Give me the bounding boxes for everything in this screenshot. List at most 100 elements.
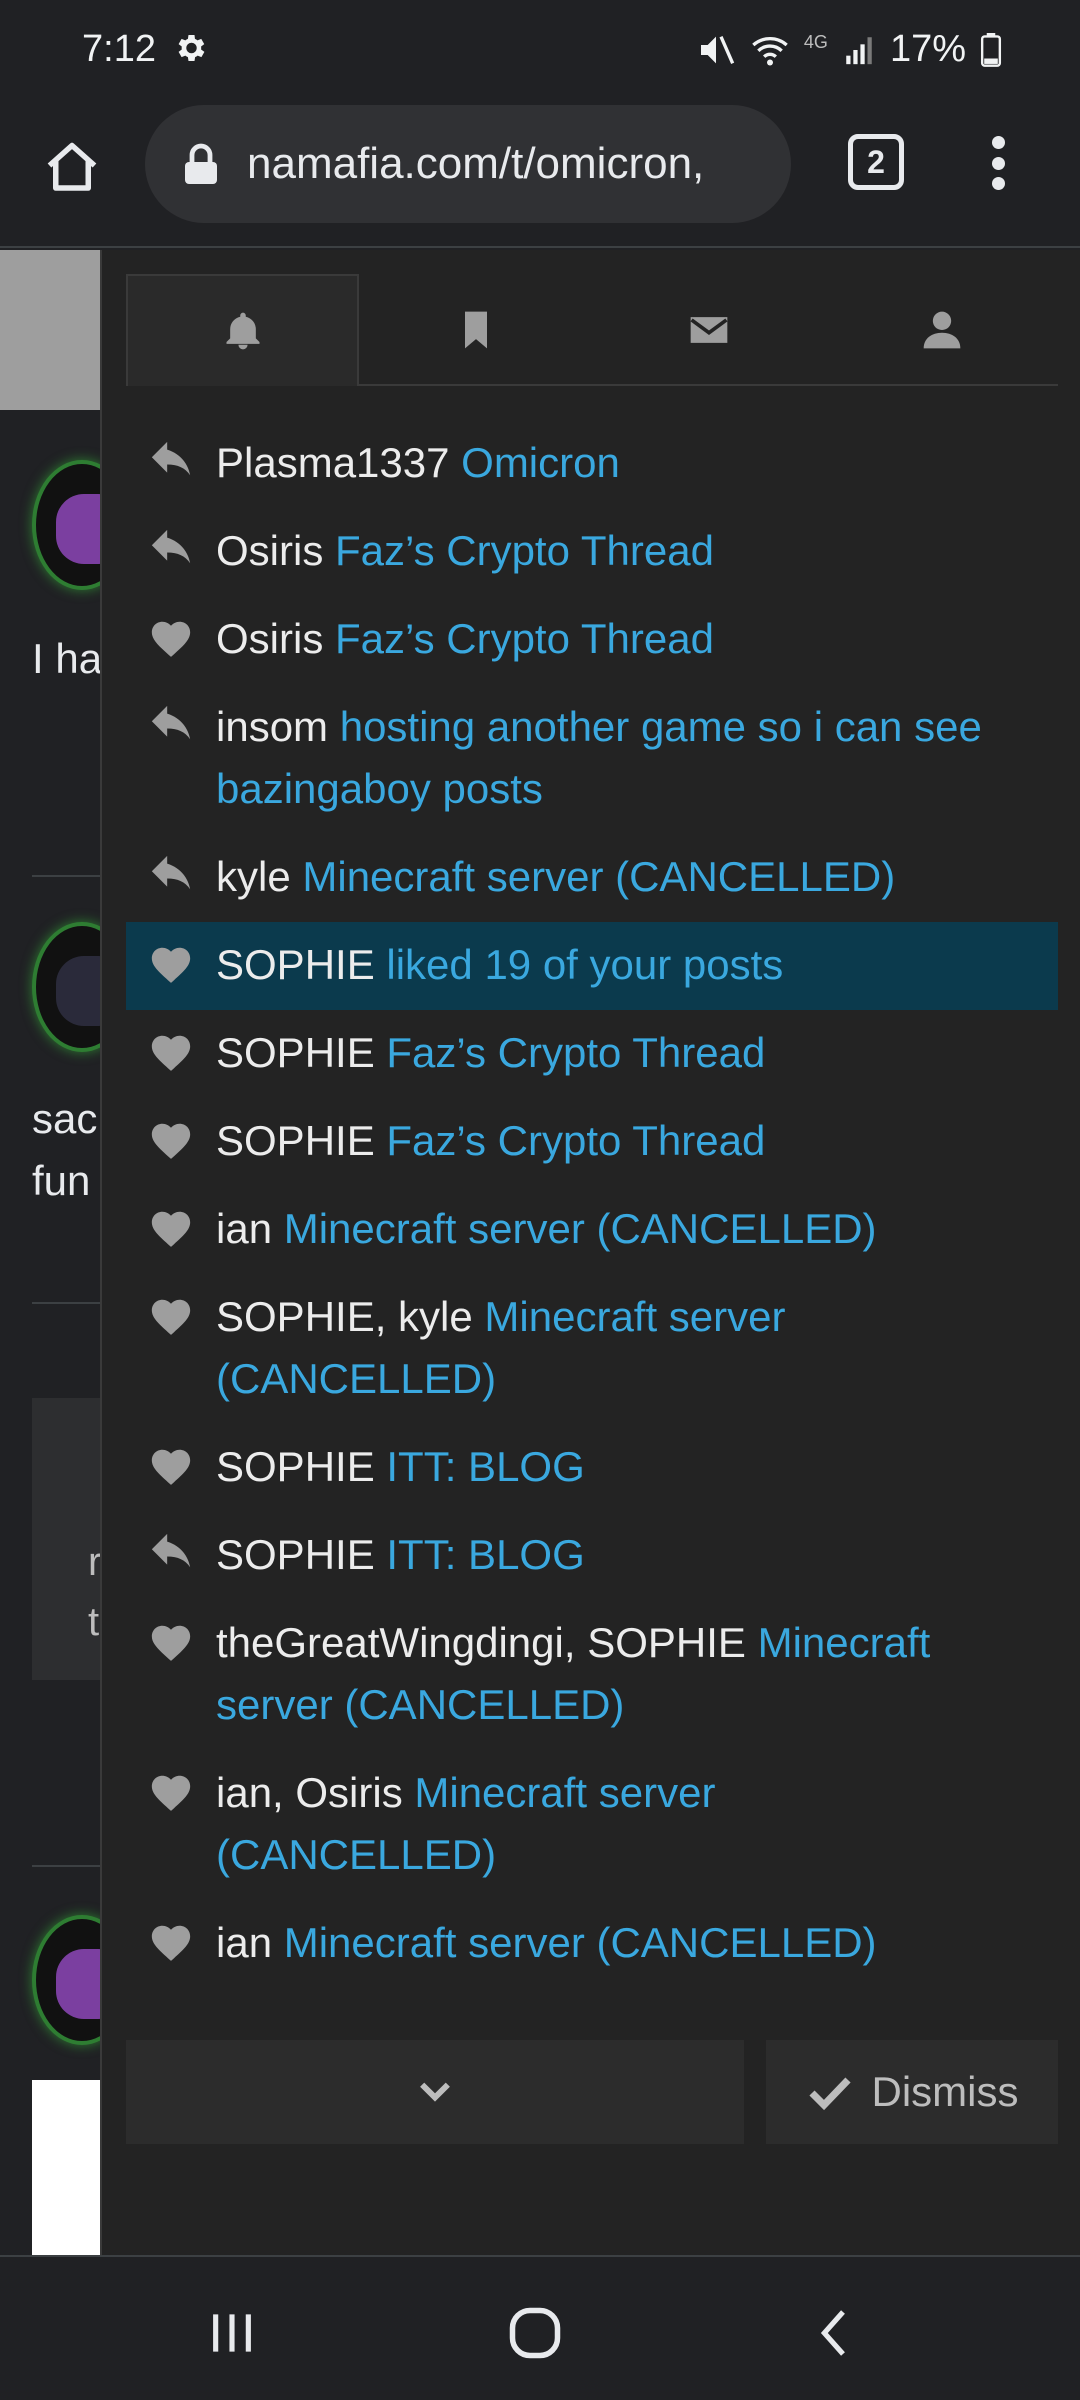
notification-text: insom hosting another game so i can see … <box>216 696 1058 820</box>
url-text: namafia.com/t/omicron, <box>247 139 705 188</box>
notification-item[interactable]: insom hosting another game so i can see … <box>126 684 1058 834</box>
recent-apps-icon <box>213 2314 251 2352</box>
notification-user[interactable]: Osiris <box>216 615 323 662</box>
notification-type-icon <box>126 1524 216 1586</box>
show-more-button[interactable] <box>126 2040 744 2144</box>
notification-user[interactable]: theGreatWingdingi, SOPHIE <box>216 1619 746 1666</box>
notification-item[interactable]: Plasma1337 Omicron <box>126 420 1058 508</box>
browser-menu-button[interactable] <box>978 130 1018 196</box>
panel-footer: Dismiss <box>126 2040 1058 2144</box>
panel-tab-bar <box>126 274 1058 386</box>
bell-icon <box>226 312 259 350</box>
tab-bookmarks[interactable] <box>359 274 592 386</box>
notification-text: ian Minecraft server (CANCELLED) <box>216 1912 1058 1974</box>
notification-thread-link[interactable]: Minecraft server (CANCELLED) <box>302 853 895 900</box>
system-nav-bar <box>0 2255 1080 2400</box>
network-type: 4G <box>803 32 828 52</box>
notification-thread-link[interactable]: Minecraft server (CANCELLED) <box>284 1205 877 1252</box>
notification-thread-link[interactable]: liked 19 of your posts <box>386 941 783 988</box>
reply-icon <box>151 1533 191 1568</box>
notification-item[interactable]: kyle Minecraft server (CANCELLED) <box>126 834 1058 922</box>
notification-user[interactable]: Osiris <box>216 527 323 574</box>
divider <box>32 1865 102 1867</box>
notification-user[interactable]: ian <box>216 1919 272 1966</box>
notification-text: SOPHIE, kyle Minecraft server (CANCELLED… <box>216 1286 1058 1410</box>
notification-type-icon <box>126 1022 216 1084</box>
notification-type-icon <box>126 934 216 996</box>
dismiss-button[interactable]: Dismiss <box>766 2040 1058 2144</box>
notification-text: SOPHIE Faz’s Crypto Thread <box>216 1110 1058 1172</box>
notification-text: ian, Osiris Minecraft server (CANCELLED) <box>216 1762 1058 1886</box>
notification-item[interactable]: ian Minecraft server (CANCELLED) <box>126 1186 1058 1274</box>
notification-thread-link[interactable]: Faz’s Crypto Thread <box>386 1117 765 1164</box>
notification-thread-link[interactable]: Omicron <box>461 439 620 486</box>
home-circle-icon <box>509 2307 561 2359</box>
notification-item[interactable]: SOPHIE ITT: BLOG <box>126 1424 1058 1512</box>
notification-type-icon <box>126 1612 216 1674</box>
notification-text: Osiris Faz’s Crypto Thread <box>216 520 1058 582</box>
heart-icon <box>151 1449 191 1485</box>
notification-user[interactable]: SOPHIE <box>216 1443 375 1490</box>
notification-type-icon <box>126 1110 216 1172</box>
recent-apps-button[interactable] <box>192 2293 272 2373</box>
menu-dot-icon <box>991 136 1005 149</box>
heart-icon <box>151 1625 191 1661</box>
notification-item[interactable]: SOPHIE Faz’s Crypto Thread <box>126 1010 1058 1098</box>
tab-profile[interactable] <box>825 274 1058 386</box>
notification-user[interactable]: kyle <box>216 853 291 900</box>
notification-type-icon <box>126 432 216 494</box>
battery-icon <box>980 32 1002 67</box>
notification-user[interactable]: SOPHIE, kyle <box>216 1293 473 1340</box>
notification-user[interactable]: SOPHIE <box>216 1029 375 1076</box>
heart-icon <box>151 1299 191 1335</box>
home-button[interactable] <box>36 132 108 204</box>
tab-alerts[interactable] <box>126 274 359 386</box>
notification-user[interactable]: SOPHIE <box>216 1117 375 1164</box>
user-icon <box>923 311 960 349</box>
tab-messages[interactable] <box>592 274 825 386</box>
post-snippet: I ha <box>32 635 103 682</box>
notification-item[interactable]: ian Minecraft server (CANCELLED) <box>126 1900 1058 1988</box>
notification-item[interactable]: SOPHIE liked 19 of your posts <box>126 922 1058 1010</box>
lock-icon <box>185 143 217 184</box>
notification-user[interactable]: ian, Osiris <box>216 1769 403 1816</box>
notification-thread-link[interactable]: Faz’s Crypto Thread <box>335 615 714 662</box>
notification-item[interactable]: SOPHIE Faz’s Crypto Thread <box>126 1098 1058 1186</box>
notification-item[interactable]: SOPHIE, kyle Minecraft server (CANCELLED… <box>126 1274 1058 1424</box>
notification-thread-link[interactable]: ITT: BLOG <box>386 1443 584 1490</box>
notification-user[interactable]: insom <box>216 703 328 750</box>
reply-icon <box>151 441 191 476</box>
notification-item[interactable]: ian, Osiris Minecraft server (CANCELLED) <box>126 1750 1058 1900</box>
notification-item[interactable]: SOPHIE ITT: BLOG <box>126 1512 1058 1600</box>
notification-type-icon <box>126 1436 216 1498</box>
background-banner <box>0 250 100 410</box>
notification-user[interactable]: SOPHIE <box>216 941 375 988</box>
status-icons: 4G 17% <box>696 28 1002 71</box>
notification-thread-link[interactable]: Faz’s Crypto Thread <box>386 1029 765 1076</box>
notification-item[interactable]: theGreatWingdingi, SOPHIE Minecraft serv… <box>126 1600 1058 1750</box>
wifi-icon <box>752 36 788 65</box>
notification-type-icon <box>126 846 216 908</box>
heart-icon <box>151 1123 191 1159</box>
notification-thread-link[interactable]: ITT: BLOG <box>386 1531 584 1578</box>
notification-user[interactable]: SOPHIE <box>216 1531 375 1578</box>
signal-icon <box>846 36 872 64</box>
notification-user[interactable]: Plasma1337 <box>216 439 449 486</box>
notification-text: SOPHIE ITT: BLOG <box>216 1436 1058 1498</box>
notification-item[interactable]: Osiris Faz’s Crypto Thread <box>126 596 1058 684</box>
heart-icon <box>151 1035 191 1071</box>
notification-text: kyle Minecraft server (CANCELLED) <box>216 846 1058 908</box>
notification-type-icon <box>126 1286 216 1348</box>
notification-thread-link[interactable]: Faz’s Crypto Thread <box>335 527 714 574</box>
heart-icon <box>151 1775 191 1811</box>
notification-thread-link[interactable]: Minecraft server (CANCELLED) <box>284 1919 877 1966</box>
address-bar[interactable]: namafia.com/t/omicron, <box>145 105 791 223</box>
chevron-down-icon <box>420 2082 450 2102</box>
notification-thread-link[interactable]: hosting another game so i can see bazing… <box>216 703 982 812</box>
notification-user[interactable]: ian <box>216 1205 272 1252</box>
post-snippet: fun <box>32 1157 91 1204</box>
home-nav-button[interactable] <box>495 2293 575 2373</box>
tab-switcher-button[interactable]: 2 <box>848 134 904 190</box>
back-button[interactable] <box>796 2293 876 2373</box>
notification-item[interactable]: Osiris Faz’s Crypto Thread <box>126 508 1058 596</box>
